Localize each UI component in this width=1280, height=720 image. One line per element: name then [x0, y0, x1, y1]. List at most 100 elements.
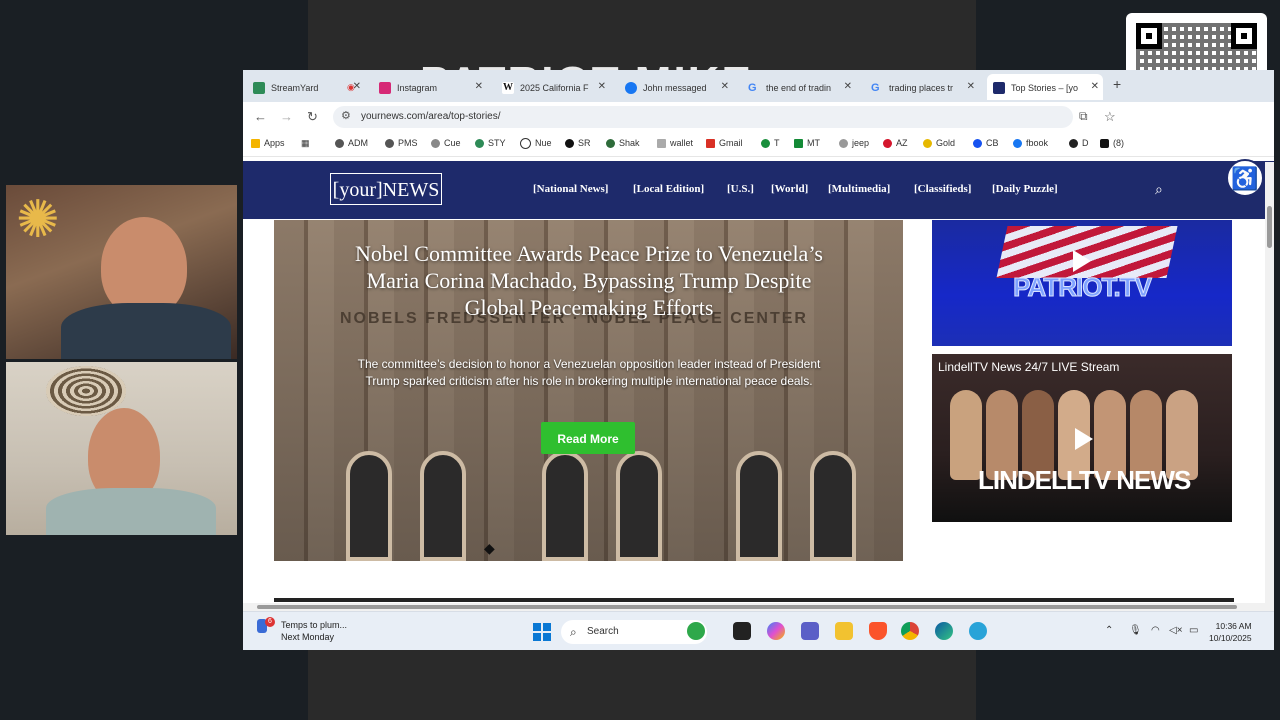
back-icon[interactable]: ←: [254, 109, 267, 124]
new-tab-button[interactable]: +: [1113, 76, 1121, 92]
vertical-scrollbar[interactable]: [1265, 162, 1274, 612]
address-bar-row: ← → ↻ ⚙ yournews.com/area/top-stories/ ⧉…: [243, 102, 1274, 133]
close-tab-icon[interactable]: ✕: [721, 74, 729, 100]
bookmark-pms[interactable]: PMS: [385, 138, 418, 149]
hero-summary: The committee’s decision to honor a Vene…: [357, 357, 821, 388]
streamyard-icon: [475, 139, 484, 149]
microphone-icon[interactable]: 🎙: [1129, 625, 1142, 636]
lindell-stream-title: LindellTV News 24/7 LIVE Stream: [938, 360, 1120, 374]
site-info-icon[interactable]: ⚙: [341, 109, 351, 122]
tab-facebook[interactable]: John messaged ✕: [625, 74, 733, 100]
bookmark-grid[interactable]: ▦: [301, 138, 310, 149]
close-tab-icon[interactable]: ✕: [1091, 74, 1099, 100]
search-icon: ⌕: [570, 625, 577, 639]
tab-google-search-2[interactable]: Gtrading places tr ✕: [871, 74, 979, 100]
bookmark-az[interactable]: AZ: [883, 138, 908, 149]
bookmark-mt[interactable]: MT: [794, 138, 820, 149]
nav-national-news[interactable]: [National News]: [533, 183, 608, 195]
bookmark-tiktok[interactable]: (8): [1100, 138, 1124, 149]
search-highlight-icon: [687, 622, 705, 640]
edge-icon[interactable]: [935, 622, 953, 640]
browser-window: StreamYard ◉ ✕ Instagram ✕ W 2025 Califor…: [243, 70, 1274, 650]
install-app-icon[interactable]: ⧉: [1079, 109, 1088, 124]
streamyard-icon: [253, 81, 265, 94]
jeep-icon: [839, 139, 848, 149]
nav-daily-puzzle[interactable]: [Daily Puzzle]: [992, 183, 1058, 195]
tab-streamyard[interactable]: StreamYard ◉ ✕: [253, 74, 365, 100]
accessibility-icon[interactable]: ♿: [1226, 159, 1264, 197]
bookmark-t[interactable]: T: [761, 138, 780, 149]
close-tab-icon[interactable]: ✕: [475, 74, 483, 100]
mt-icon: [794, 139, 803, 149]
horizontal-scrollbar[interactable]: [243, 603, 1265, 611]
google-icon: G: [748, 81, 757, 94]
close-tab-icon[interactable]: ✕: [844, 74, 852, 100]
tab-wikipedia[interactable]: W 2025 California F ✕: [502, 74, 610, 100]
bookmark-apps[interactable]: Apps: [251, 138, 285, 149]
bookmark-gmail[interactable]: Gmail: [706, 138, 743, 149]
chrome-icon[interactable]: [901, 622, 919, 640]
play-icon[interactable]: [1075, 428, 1093, 450]
bookmark-star-icon[interactable]: ☆: [1104, 109, 1116, 125]
close-tab-icon[interactable]: ✕: [967, 74, 975, 100]
battery-icon[interactable]: ▭: [1189, 625, 1198, 636]
nav-world[interactable]: [World]: [771, 183, 808, 195]
system-clock[interactable]: 10:36 AM 10/10/2025: [1209, 620, 1252, 644]
nav-classifieds[interactable]: [Classifieds]: [914, 183, 971, 195]
messenger-icon[interactable]: [969, 622, 987, 640]
patriot-tv-ad[interactable]: PATRIOT.TV: [932, 220, 1232, 346]
nav-local-edition[interactable]: [Local Edition]: [633, 183, 704, 195]
bookmark-jeep[interactable]: jeep: [839, 138, 869, 149]
leaf-icon: [606, 139, 615, 149]
diamond-marker-icon: ◆: [484, 540, 495, 556]
windows-taskbar: 6 Temps to plum... Next Monday ⌕ Search …: [243, 611, 1274, 650]
bookmark-sr[interactable]: SR: [565, 138, 591, 149]
webcam-guest: [6, 362, 237, 535]
gold-icon: [923, 139, 932, 149]
lindell-tv-ad[interactable]: LindellTV News 24/7 LIVE Stream LINDELLT…: [932, 354, 1232, 522]
apps-grid-icon: [251, 139, 260, 149]
nav-us[interactable]: [U.S.]: [727, 183, 754, 195]
bookmark-cb[interactable]: CB: [973, 138, 999, 149]
brave-icon[interactable]: [869, 622, 887, 640]
wifi-icon[interactable]: ◠: [1151, 625, 1160, 636]
bookmark-sty[interactable]: STY: [475, 138, 506, 149]
hero-story: NOBELS FREDSSENTER · NOBEL PEACE CENTER …: [274, 220, 903, 561]
bookmark-gold[interactable]: Gold: [923, 138, 955, 149]
volume-muted-icon[interactable]: ◁×: [1169, 625, 1183, 636]
nav-multimedia[interactable]: [Multimedia]: [828, 183, 890, 195]
start-icon[interactable]: [533, 623, 551, 641]
patriot-tv-logo: PATRIOT.TV: [1013, 272, 1153, 303]
teams-icon[interactable]: [801, 622, 819, 640]
clock-date: 10/10/2025: [1209, 633, 1252, 643]
show-hidden-icons-icon[interactable]: ⌃: [1105, 625, 1113, 636]
read-more-button[interactable]: Read More: [541, 422, 635, 454]
tab-google-search-1[interactable]: Gthe end of tradin ✕: [748, 74, 856, 100]
url-text: yournews.com/area/top-stories/: [361, 111, 501, 122]
close-tab-icon[interactable]: ✕: [598, 74, 606, 100]
copilot-icon[interactable]: [767, 622, 785, 640]
tab-instagram[interactable]: Instagram ✕: [379, 74, 487, 100]
bookmark-nue[interactable]: Nue: [520, 138, 552, 150]
weather-widget[interactable]: 6 Temps to plum... Next Monday: [257, 617, 347, 642]
close-tab-icon[interactable]: ✕: [353, 74, 361, 100]
starburst-clock-icon: ✺: [16, 191, 60, 249]
hero-headline[interactable]: Nobel Committee Awards Peace Prize to Ve…: [334, 240, 844, 321]
taskbar-search[interactable]: ⌕ Search: [561, 620, 707, 644]
bookmark-fbook[interactable]: fbook: [1013, 138, 1048, 149]
bookmark-shak[interactable]: Shak: [606, 138, 640, 149]
tab-top-stories[interactable]: Top Stories – [yo ✕: [987, 74, 1103, 100]
play-icon[interactable]: [1073, 250, 1091, 272]
file-explorer-icon[interactable]: [835, 622, 853, 640]
tab-bar: StreamYard ◉ ✕ Instagram ✕ W 2025 Califor…: [243, 70, 1274, 102]
bookmark-cue[interactable]: Cue: [431, 138, 461, 149]
task-view-icon[interactable]: [733, 622, 751, 640]
bookmark-adm[interactable]: ADM: [335, 138, 368, 149]
reload-icon[interactable]: ↻: [307, 109, 318, 125]
bookmark-d[interactable]: D: [1069, 138, 1089, 149]
instagram-icon: [379, 81, 391, 94]
search-icon[interactable]: ⌕: [1155, 181, 1163, 198]
bookmark-wallet[interactable]: wallet: [657, 138, 693, 149]
forward-icon[interactable]: →: [280, 109, 293, 124]
yournews-logo[interactable]: [your]NEWS: [330, 173, 442, 205]
